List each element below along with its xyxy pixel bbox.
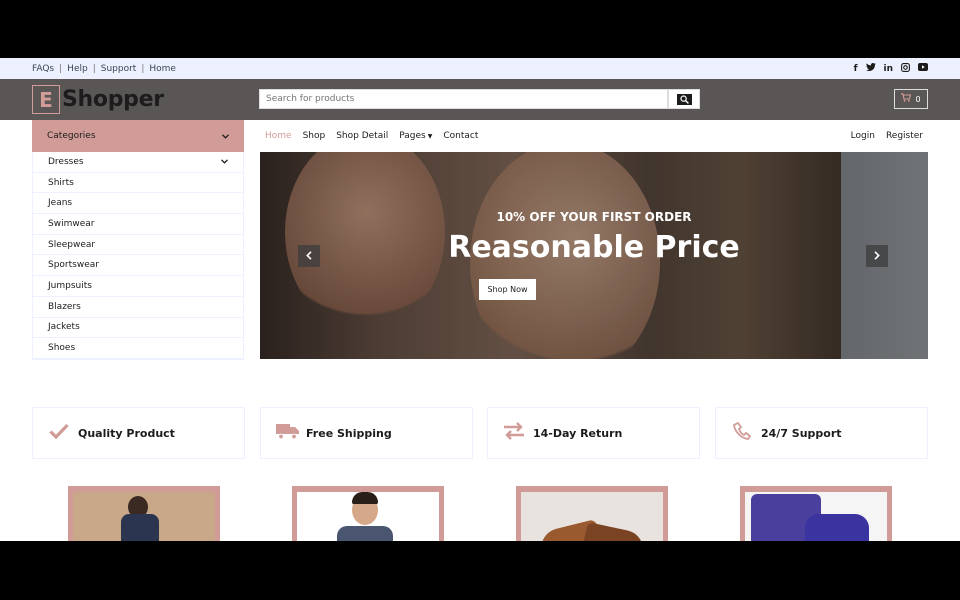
category-item-shirts[interactable]: Shirts xyxy=(33,173,243,194)
nav-shop[interactable]: Shop xyxy=(303,131,326,141)
product-image xyxy=(297,492,439,541)
search-button[interactable] xyxy=(668,89,700,109)
categories-list: Dresses Shirts Jeans Swimwear Sleepwear … xyxy=(32,152,244,360)
shop-now-button[interactable]: Shop Now xyxy=(479,279,536,300)
feature-label: Quality Product xyxy=(78,426,175,440)
chevron-left-icon xyxy=(306,250,312,263)
chevron-right-icon xyxy=(874,250,880,263)
category-label: Dresses xyxy=(48,156,84,167)
cart-button[interactable]: 0 xyxy=(894,89,928,109)
help-link[interactable]: Help xyxy=(67,64,88,74)
page: FAQs | Help | Support | Home f in E Shopper xyxy=(0,58,960,541)
social-links: f in xyxy=(854,62,928,75)
main-nav: Home Shop Shop Detail Pages ▼ Contact Log… xyxy=(260,120,928,152)
feature-label: 14-Day Return xyxy=(533,426,623,440)
phone-icon xyxy=(731,421,753,446)
cart-count: 0 xyxy=(915,94,921,104)
category-label: Jackets xyxy=(48,322,80,333)
category-label: Jeans xyxy=(48,198,73,209)
twitter-icon[interactable] xyxy=(865,62,876,75)
product-image xyxy=(745,492,887,541)
category-label: Sleepwear xyxy=(48,239,96,250)
categories-toggle[interactable]: Categories xyxy=(32,120,244,152)
account-links: Login Register xyxy=(851,131,923,141)
nav-shop-detail[interactable]: Shop Detail xyxy=(336,131,388,141)
feature-support: 24/7 Support xyxy=(715,407,928,459)
category-label: Jumpsuits xyxy=(48,280,92,291)
category-label: Shirts xyxy=(48,177,74,188)
caret-down-icon: ▼ xyxy=(427,133,433,140)
chevron-down-icon xyxy=(222,132,229,141)
product-card[interactable] xyxy=(68,486,220,541)
home-link[interactable]: Home xyxy=(149,64,176,74)
login-link[interactable]: Login xyxy=(851,131,875,141)
nav-home[interactable]: Home xyxy=(265,131,292,141)
youtube-icon[interactable] xyxy=(918,63,928,74)
cart-icon xyxy=(901,93,912,105)
product-card[interactable] xyxy=(292,486,444,541)
support-link[interactable]: Support xyxy=(101,64,137,74)
category-label: Sportswear xyxy=(48,260,99,271)
category-item-sleepwear[interactable]: Sleepwear xyxy=(33,235,243,256)
product-image xyxy=(73,492,215,541)
hero-title: Reasonable Price xyxy=(448,230,740,265)
category-item-shoes[interactable]: Shoes xyxy=(33,338,243,359)
product-card[interactable] xyxy=(516,486,668,541)
category-item-sportswear[interactable]: Sportswear xyxy=(33,255,243,277)
categories-panel: Categories Dresses Shirts Jeans Swimwear… xyxy=(32,120,244,360)
category-item-jumpsuits[interactable]: Jumpsuits xyxy=(33,276,243,297)
exchange-icon xyxy=(503,421,525,445)
hero-subtitle: 10% OFF YOUR FIRST ORDER xyxy=(496,210,692,224)
hero-carousel: 10% OFF YOUR FIRST ORDER Reasonable Pric… xyxy=(260,152,928,359)
category-item-swimwear[interactable]: Swimwear xyxy=(33,214,243,235)
search-icon xyxy=(676,93,692,105)
feature-label: Free Shipping xyxy=(306,426,392,440)
top-links: FAQs | Help | Support | Home xyxy=(32,63,176,74)
top-bar: FAQs | Help | Support | Home f in xyxy=(0,58,960,79)
category-label: Blazers xyxy=(48,301,81,312)
product-card[interactable] xyxy=(740,486,892,541)
category-item-blazers[interactable]: Blazers xyxy=(33,297,243,318)
category-label: Shoes xyxy=(48,343,76,354)
register-link[interactable]: Register xyxy=(886,131,923,141)
feature-label: 24/7 Support xyxy=(761,426,842,440)
logo[interactable]: E Shopper xyxy=(32,85,164,114)
logo-letter: E xyxy=(32,85,60,114)
category-item-jackets[interactable]: Jackets xyxy=(33,318,243,339)
linkedin-icon[interactable]: in xyxy=(884,64,894,74)
search-input[interactable] xyxy=(259,89,668,109)
logo-text: Shopper xyxy=(62,87,164,112)
check-icon xyxy=(48,423,70,444)
faqs-link[interactable]: FAQs xyxy=(32,64,54,74)
feature-quality: Quality Product xyxy=(32,407,245,459)
search-form xyxy=(259,89,700,109)
category-item-jeans[interactable]: Jeans xyxy=(33,193,243,215)
category-label: Swimwear xyxy=(48,218,95,229)
feature-shipping: Free Shipping xyxy=(260,407,473,459)
nav-pages[interactable]: Pages ▼ xyxy=(399,131,432,141)
nav-links: Home Shop Shop Detail Pages ▼ Contact xyxy=(265,131,478,141)
header: E Shopper 0 xyxy=(0,79,960,120)
instagram-icon[interactable] xyxy=(901,62,910,75)
facebook-icon[interactable]: f xyxy=(854,64,858,74)
product-image xyxy=(521,492,663,541)
feature-return: 14-Day Return xyxy=(487,407,700,459)
carousel-prev-button[interactable] xyxy=(298,245,320,267)
nav-contact[interactable]: Contact xyxy=(443,131,478,141)
truck-icon xyxy=(276,422,299,445)
chevron-down-icon xyxy=(221,157,228,166)
carousel-next-button[interactable] xyxy=(866,245,888,267)
nav-pages-label: Pages xyxy=(399,131,426,141)
categories-title: Categories xyxy=(47,131,96,141)
category-item-dresses[interactable]: Dresses xyxy=(33,152,243,173)
